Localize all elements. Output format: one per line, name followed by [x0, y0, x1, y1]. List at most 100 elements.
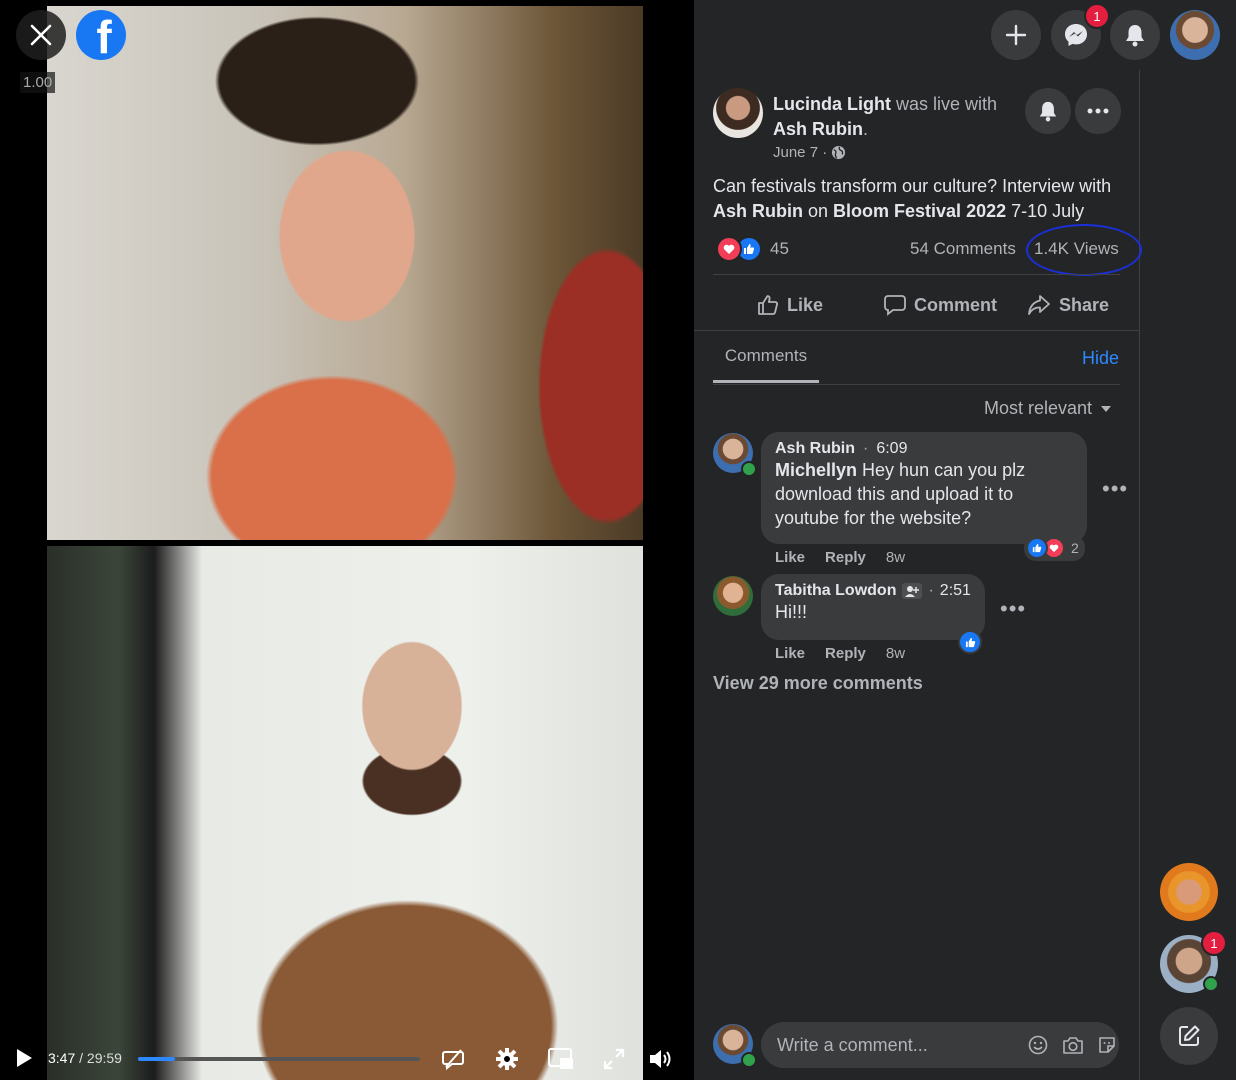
progress-fill [138, 1057, 175, 1061]
comment-separator: · [928, 582, 934, 599]
comment-count[interactable]: 54 Comments [910, 239, 1016, 259]
post-mention-festival[interactable]: Bloom Festival 2022 [833, 201, 1006, 221]
post-date-text: June 7 · [773, 144, 828, 161]
total-time: / 29:59 [79, 1050, 122, 1066]
comment-text: Hi!!! [775, 602, 808, 622]
follow-bell-button[interactable] [1025, 88, 1071, 134]
comment-meta: Like Reply 8w [775, 645, 905, 662]
like-button[interactable]: Like [757, 290, 823, 320]
comment-input[interactable] [775, 1033, 1016, 1057]
comment-sort-dropdown[interactable]: Most relevant [984, 398, 1112, 419]
comment-icon [884, 295, 906, 316]
reaction-count[interactable]: 45 [770, 239, 789, 259]
chevron-down-icon [1101, 405, 1112, 412]
camera-icon [1062, 1037, 1083, 1054]
globe-icon [832, 145, 846, 160]
post-text-2: on [803, 201, 834, 221]
comment-age[interactable]: 8w [886, 549, 905, 566]
guest-name[interactable]: Ash Rubin [773, 119, 863, 139]
progress-bar[interactable] [138, 1057, 420, 1061]
share-button[interactable]: Share [1027, 290, 1109, 320]
facebook-logo[interactable]: f [76, 10, 126, 60]
miniplayer-button[interactable] [548, 1046, 574, 1072]
comment-meta: Like Reply 8w [775, 549, 905, 566]
reaction-icons[interactable] [716, 236, 762, 262]
post-text-1: Can festivals transform our culture? Int… [713, 176, 1112, 196]
create-button[interactable] [991, 10, 1041, 60]
comment-age[interactable]: 8w [886, 645, 905, 662]
sticker-button[interactable] [1095, 1033, 1119, 1057]
photo-button[interactable] [1061, 1033, 1085, 1057]
fullscreen-button[interactable] [601, 1046, 627, 1072]
love-reaction-icon [716, 236, 742, 262]
video-feed-guest [47, 546, 643, 1080]
view-more-comments-link[interactable]: View 29 more comments [713, 673, 923, 694]
comment-like-link[interactable]: Like [775, 645, 805, 662]
comment-author[interactable]: Tabitha Lowdon [775, 582, 896, 600]
comment-like-link[interactable]: Like [775, 549, 805, 566]
live-with-text: was live with [896, 94, 998, 114]
comment-separator: · [863, 440, 869, 457]
comment-author[interactable]: Ash Rubin [775, 440, 855, 458]
messenger-badge: 1 [1084, 3, 1110, 29]
divider [713, 274, 1120, 275]
panel-divider [1139, 70, 1140, 1080]
comment-reply-link[interactable]: Reply [825, 549, 866, 566]
notifications-button[interactable] [1110, 10, 1160, 60]
guest-suffix: . [863, 119, 869, 139]
play-icon[interactable] [14, 1048, 34, 1068]
annotation-circle [1026, 224, 1142, 276]
share-label: Share [1059, 294, 1110, 315]
comment-button[interactable]: Comment [884, 290, 997, 320]
account-avatar[interactable] [1170, 10, 1220, 60]
bell-icon [1126, 25, 1144, 47]
emoji-button[interactable] [1026, 1033, 1050, 1057]
like-reaction-icon [1026, 537, 1048, 559]
comment-mention[interactable]: Michellyn [775, 460, 857, 480]
more-icon [1087, 108, 1109, 114]
comment-reactions[interactable]: 2 [1024, 535, 1085, 561]
close-button[interactable] [16, 10, 66, 60]
comment-timestamp[interactable]: 2:51 [940, 582, 971, 600]
post-options-button[interactable] [1075, 88, 1121, 134]
author-avatar[interactable] [713, 88, 763, 138]
video-feed-host [47, 6, 643, 540]
contact-avatar[interactable] [1160, 863, 1218, 921]
comment-options-icon[interactable]: ••• [1000, 596, 1026, 622]
like-reaction-icon[interactable] [958, 630, 982, 654]
sticker-icon [1099, 1037, 1115, 1053]
fullscreen-icon [603, 1048, 625, 1070]
online-status-dot [741, 1052, 757, 1068]
volume-button[interactable] [648, 1046, 674, 1072]
volume-icon [650, 1050, 671, 1068]
hide-comments-link[interactable]: Hide [1082, 348, 1119, 369]
online-status-dot [1203, 976, 1219, 992]
comment-options-icon[interactable]: ••• [1102, 476, 1128, 502]
tab-comments[interactable]: Comments [713, 346, 819, 383]
video-player[interactable]: f 1.00 3:47 / 29:59 [0, 0, 694, 1080]
playback-speed[interactable]: 1.00 [20, 72, 56, 93]
comment-reply-link[interactable]: Reply [825, 645, 866, 662]
current-time: 3:47 [48, 1050, 76, 1066]
gear-icon [496, 1048, 518, 1070]
plus-icon [1005, 24, 1027, 46]
share-icon [1028, 295, 1050, 315]
settings-button[interactable] [494, 1046, 520, 1072]
comment-label: Comment [914, 294, 998, 315]
comment-composer [761, 1022, 1119, 1068]
comment-text: Michellyn Hey hun can you plz download t… [775, 458, 1073, 530]
messenger-icon [1065, 24, 1087, 46]
thumbs-up-icon [758, 295, 778, 315]
video-controls: 3:47 / 29:59 [0, 1036, 694, 1080]
post-mention-guest[interactable]: Ash Rubin [713, 201, 803, 221]
author-name[interactable]: Lucinda Light [773, 94, 891, 114]
group-member-icon [902, 583, 923, 599]
captions-off-button[interactable] [440, 1046, 466, 1072]
comment-reaction-count: 2 [1071, 540, 1079, 556]
new-message-button[interactable] [1160, 1007, 1218, 1065]
close-icon [30, 24, 52, 46]
contact-badge: 1 [1201, 930, 1227, 956]
commenter-avatar[interactable] [713, 576, 753, 616]
post-date[interactable]: June 7 · [773, 144, 846, 161]
comment-timestamp[interactable]: 6:09 [876, 440, 907, 458]
